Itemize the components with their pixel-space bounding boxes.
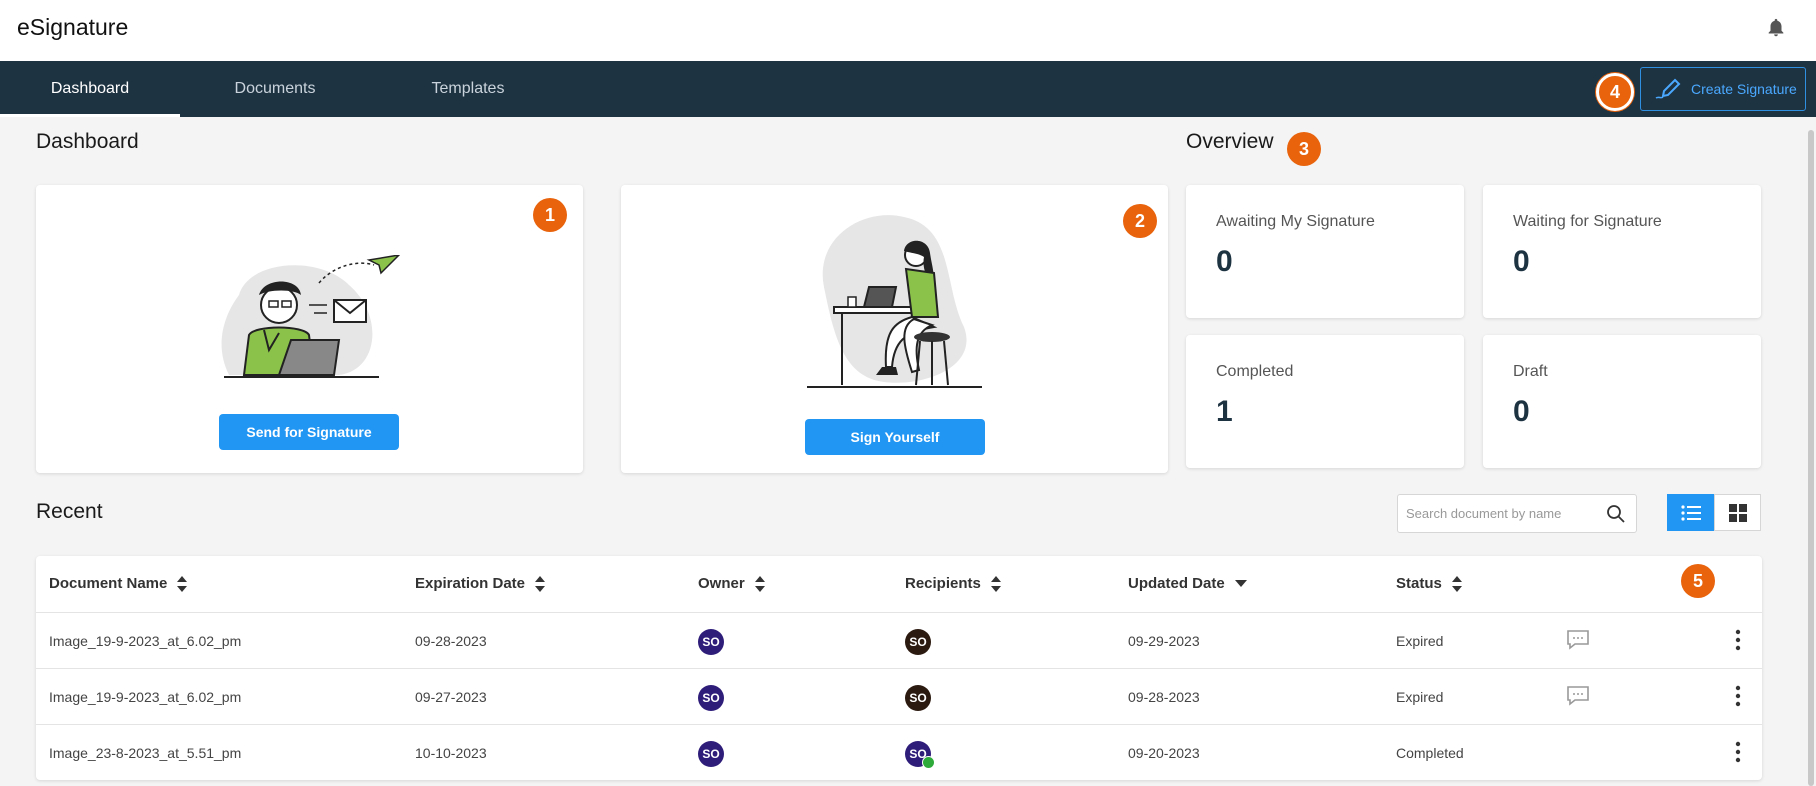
stat-value: 0 bbox=[1216, 245, 1233, 278]
updated-date: 09-29-2023 bbox=[1128, 633, 1200, 649]
search-icon[interactable] bbox=[1606, 504, 1626, 524]
sign-yourself-button[interactable]: Sign Yourself bbox=[805, 419, 985, 455]
kebab-menu-icon[interactable] bbox=[1733, 741, 1743, 763]
stat-card-completed[interactable]: Completed 1 bbox=[1186, 335, 1464, 468]
list-view-button[interactable] bbox=[1667, 494, 1714, 531]
overview-title: Overview bbox=[1186, 130, 1274, 153]
tab-dashboard[interactable]: Dashboard bbox=[0, 61, 180, 117]
stat-label: Awaiting My Signature bbox=[1216, 213, 1375, 230]
send-for-signature-button[interactable]: Send for Signature bbox=[219, 414, 399, 450]
document-name[interactable]: Image_19-9-2023_at_6.02_pm bbox=[49, 669, 241, 725]
step-badge-1: 1 bbox=[533, 198, 567, 232]
app-title: eSignature bbox=[17, 14, 129, 40]
stat-value: 1 bbox=[1216, 395, 1233, 428]
column-header-updated-date[interactable]: Updated Date bbox=[1128, 556, 1247, 612]
tab-documents[interactable]: Documents bbox=[200, 61, 350, 117]
recent-title: Recent bbox=[36, 500, 103, 523]
recipient-avatar: SO bbox=[905, 741, 935, 769]
nav-bar: Dashboard Documents Templates bbox=[0, 61, 1816, 117]
create-signature-label: Create Signature bbox=[1691, 81, 1797, 97]
pen-icon bbox=[1655, 78, 1681, 99]
step-badge-5: 5 bbox=[1681, 564, 1715, 598]
column-header-status[interactable]: Status bbox=[1396, 556, 1462, 612]
top-bar: eSignature bbox=[0, 0, 1816, 61]
column-header-recipients[interactable]: Recipients bbox=[905, 556, 1001, 612]
grid-view-button[interactable] bbox=[1714, 494, 1761, 531]
kebab-menu-icon[interactable] bbox=[1733, 629, 1743, 651]
sort-icon bbox=[990, 576, 1001, 592]
expiration-date: 10-10-2023 bbox=[415, 745, 487, 761]
stat-label: Waiting for Signature bbox=[1513, 213, 1662, 230]
updated-date: 09-20-2023 bbox=[1128, 745, 1200, 761]
sort-icon bbox=[177, 576, 188, 592]
expiration-date: 09-27-2023 bbox=[415, 689, 487, 705]
stat-card-waiting-for-signature[interactable]: Waiting for Signature 0 bbox=[1483, 185, 1761, 318]
column-header-label: Updated Date bbox=[1128, 575, 1225, 592]
document-name[interactable]: Image_19-9-2023_at_6.02_pm bbox=[49, 613, 241, 669]
step-badge-3: 3 bbox=[1287, 132, 1321, 166]
sort-down-icon bbox=[1234, 580, 1247, 587]
send-card: Send for Signature 1 bbox=[36, 185, 583, 473]
search-input[interactable] bbox=[1406, 495, 1596, 532]
status-text: Expired bbox=[1396, 689, 1444, 705]
step-badge-4: 4 bbox=[1596, 73, 1634, 111]
sort-icon bbox=[754, 576, 765, 592]
column-header-label: Recipients bbox=[905, 575, 981, 592]
sort-icon bbox=[1451, 576, 1462, 592]
stat-value: 0 bbox=[1513, 245, 1530, 278]
recipient-avatar: SO bbox=[905, 685, 931, 711]
sign-yourself-illustration bbox=[807, 215, 982, 388]
list-view-icon bbox=[1680, 504, 1701, 521]
owner-avatar: SO bbox=[698, 741, 724, 767]
column-header-label: Expiration Date bbox=[415, 575, 526, 592]
table-row[interactable]: Image_19-9-2023_at_6.02_pm 09-27-2023 SO… bbox=[36, 668, 1762, 724]
stat-label: Draft bbox=[1513, 363, 1548, 380]
column-header-label: Status bbox=[1396, 575, 1442, 592]
create-signature-button[interactable]: Create Signature bbox=[1640, 67, 1806, 111]
bell-icon[interactable] bbox=[1765, 16, 1787, 40]
page-scrollbar[interactable] bbox=[1808, 130, 1814, 786]
status-text: Completed bbox=[1396, 745, 1464, 761]
comment-icon[interactable] bbox=[1567, 630, 1589, 650]
column-header-document-name[interactable]: Document Name bbox=[49, 556, 188, 612]
owner-avatar: SO bbox=[698, 685, 724, 711]
grid-view-icon bbox=[1728, 503, 1747, 522]
recipient-avatar: SO bbox=[905, 629, 931, 655]
tab-templates[interactable]: Templates bbox=[393, 61, 543, 117]
column-header-label: Document Name bbox=[49, 575, 168, 592]
sort-icon bbox=[535, 576, 546, 592]
column-header-owner[interactable]: Owner bbox=[698, 556, 765, 612]
send-illustration bbox=[221, 255, 401, 378]
column-header-expiration-date[interactable]: Expiration Date bbox=[415, 556, 546, 612]
stat-card-draft[interactable]: Draft 0 bbox=[1483, 335, 1761, 468]
kebab-menu-icon[interactable] bbox=[1733, 685, 1743, 707]
comment-icon[interactable] bbox=[1567, 686, 1589, 706]
step-badge-2: 2 bbox=[1123, 204, 1157, 238]
dashboard-title: Dashboard bbox=[36, 130, 139, 153]
expiration-date: 09-28-2023 bbox=[415, 633, 487, 649]
owner-avatar: SO bbox=[698, 629, 724, 655]
sign-yourself-card: Sign Yourself 2 bbox=[621, 185, 1168, 473]
column-header-label: Owner bbox=[698, 575, 745, 592]
check-icon bbox=[922, 756, 935, 769]
table-row[interactable]: Image_19-9-2023_at_6.02_pm 09-28-2023 SO… bbox=[36, 612, 1762, 668]
document-name[interactable]: Image_23-8-2023_at_5.51_pm bbox=[49, 725, 241, 781]
recent-documents-table: Document Name Expiration Date Owner Reci… bbox=[36, 556, 1762, 780]
updated-date: 09-28-2023 bbox=[1128, 689, 1200, 705]
search-box bbox=[1397, 494, 1637, 533]
stat-label: Completed bbox=[1216, 363, 1294, 380]
table-row[interactable]: Image_23-8-2023_at_5.51_pm 10-10-2023 SO… bbox=[36, 724, 1762, 780]
stat-card-awaiting-my-signature[interactable]: Awaiting My Signature 0 bbox=[1186, 185, 1464, 318]
stat-value: 0 bbox=[1513, 395, 1530, 428]
status-text: Expired bbox=[1396, 633, 1444, 649]
